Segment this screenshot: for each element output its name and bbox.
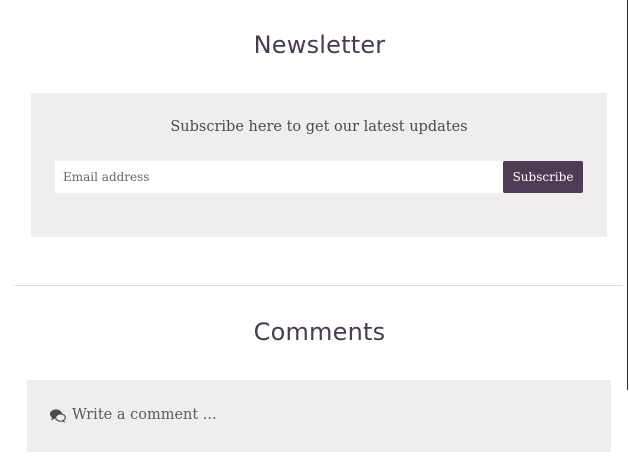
subscribe-button[interactable]: Subscribe [503, 161, 583, 193]
write-comment-prompt: Write a comment ... [72, 407, 217, 423]
comments-title: Comments [253, 318, 386, 346]
email-field[interactable] [55, 161, 503, 193]
newsletter-title: Newsletter [253, 31, 386, 59]
comments-icon [50, 409, 66, 423]
newsletter-subtitle: Subscribe here to get our latest updates [170, 119, 468, 135]
section-divider [15, 285, 623, 286]
write-comment-box[interactable]: Write a comment ... [27, 380, 611, 452]
newsletter-panel: Subscribe here to get our latest updates… [31, 93, 607, 237]
page: Newsletter Subscribe here to get our lat… [0, 0, 629, 468]
